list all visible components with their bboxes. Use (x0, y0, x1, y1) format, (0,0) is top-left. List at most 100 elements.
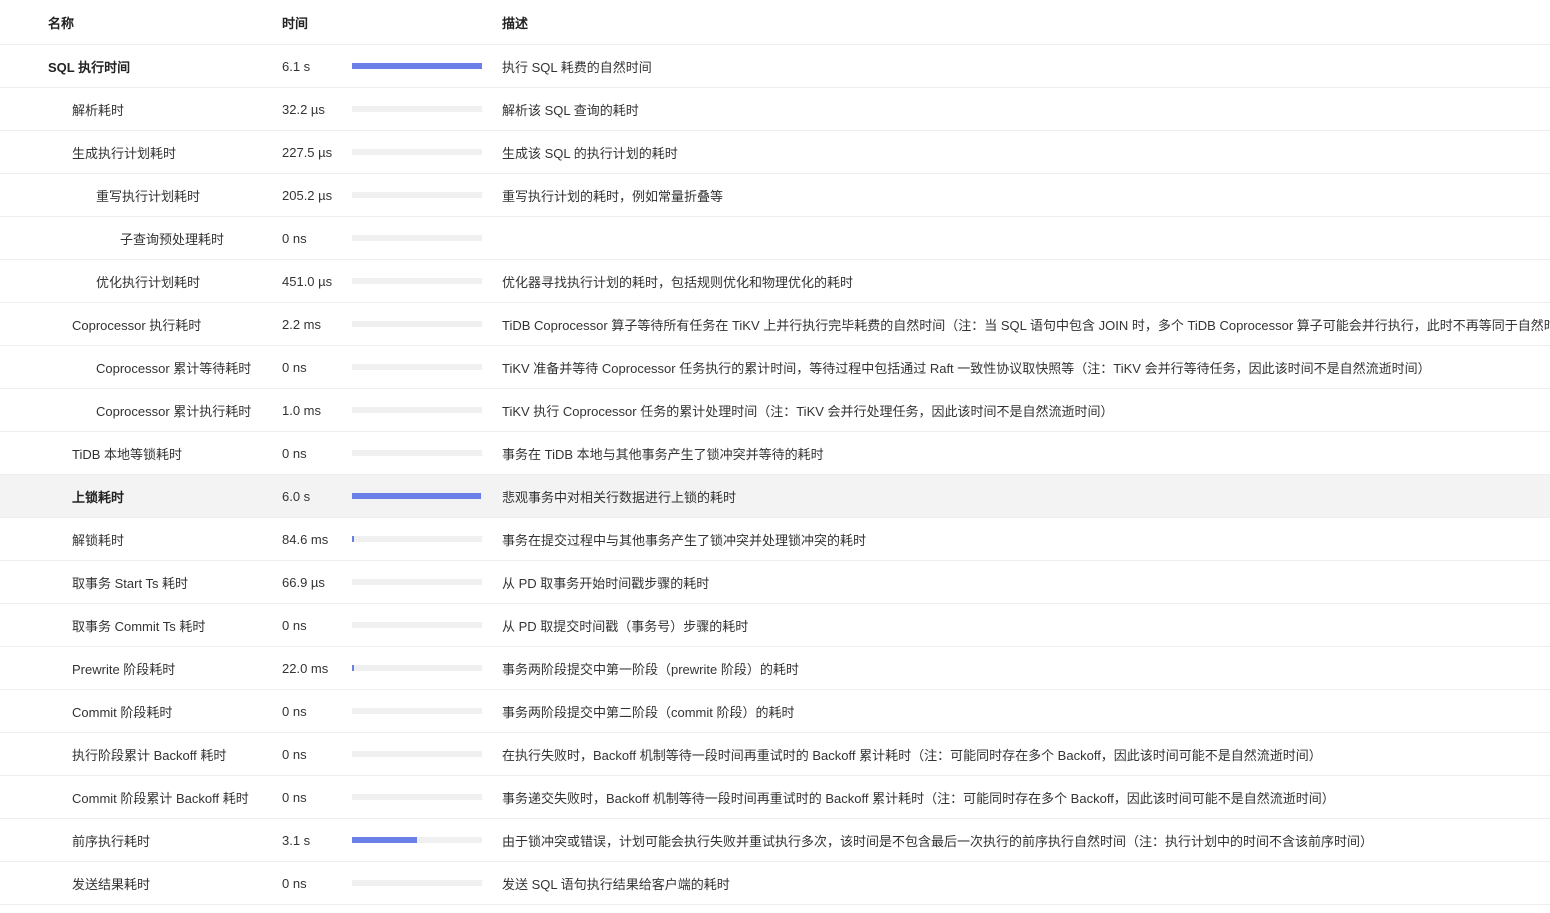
table-row[interactable]: 执行阶段累计 Backoff 耗时 0 ns 在执行失败时，Backoff 机制等待… (0, 733, 1550, 776)
row-time: 0 ns (282, 359, 307, 375)
row-name: 生成执行计划耗时 (72, 145, 177, 161)
row-name-cell: 执行阶段累计 Backoff 耗时 (48, 733, 226, 775)
table-row[interactable]: Commit 阶段累计 Backoff 耗时 0 ns 事务递交失败时，Backof… (0, 776, 1550, 819)
duration-bar-track (352, 450, 482, 456)
row-name: 优化执行计划耗时 (96, 274, 201, 290)
row-desc-cell: 从 PD 取事务开始时间戳步骤的耗时 (502, 561, 709, 603)
row-desc-cell: 生成该 SQL 的执行计划的耗时 (502, 131, 678, 173)
row-name-cell: 子查询预处理耗时 (48, 217, 224, 259)
table-row[interactable]: TiDB 本地等锁耗时 0 ns 事务在 TiDB 本地与其他事务产生了锁冲突并等待… (0, 432, 1550, 475)
row-name: SQL 执行时间 (48, 59, 131, 75)
row-duration-bar-cell (352, 303, 482, 345)
table-body: SQL 执行时间 6.1 s 执行 SQL 耗费的自然时间 解析耗时 32.2 µs 解析… (0, 45, 1550, 905)
row-name: 解析耗时 (72, 102, 125, 118)
row-time-cell: 227.5 µs (282, 131, 332, 173)
table-row[interactable]: Coprocessor 累计执行耗时 1.0 ms TiKV 执行 Coproces… (0, 389, 1550, 432)
row-time: 205.2 µs (282, 187, 333, 203)
table-row[interactable]: 上锁耗时 6.0 s 悲观事务中对相关行数据进行上锁的耗时 (0, 475, 1550, 518)
table-row[interactable]: 发送结果耗时 0 ns 发送 SQL 语句执行结果给客户端的耗时 (0, 862, 1550, 905)
row-duration-bar-cell (352, 733, 482, 775)
row-desc-cell: 事务两阶段提交中第一阶段（prewrite 阶段）的耗时 (502, 647, 799, 689)
row-duration-bar-cell (352, 690, 482, 732)
duration-bar-fill (352, 837, 417, 843)
duration-bar-track (352, 751, 482, 757)
table-row[interactable]: 取事务 Commit Ts 耗时 0 ns 从 PD 取提交时间戳（事务号）步骤的耗… (0, 604, 1550, 647)
table-row[interactable]: Coprocessor 执行耗时 2.2 ms TiDB Coprocessor 算… (0, 303, 1550, 346)
duration-bar-track (352, 880, 482, 886)
table-row[interactable]: Commit 阶段耗时 0 ns 事务两阶段提交中第二阶段（commit 阶段）的耗… (0, 690, 1550, 733)
row-name: Commit 阶段累计 Backoff 耗时 (72, 790, 249, 806)
row-time-cell: 0 ns (282, 346, 307, 388)
row-name-cell: SQL 执行时间 (48, 45, 130, 87)
duration-bar-track (352, 493, 482, 499)
row-name: 前序执行耗时 (72, 833, 151, 849)
duration-bar-track (352, 622, 482, 628)
table-row[interactable]: 前序执行耗时 3.1 s 由于锁冲突或错误，计划可能会执行失败并重试执行多次，该时间… (0, 819, 1550, 862)
row-name-cell: 优化执行计划耗时 (48, 260, 200, 302)
row-duration-bar-cell (352, 174, 482, 216)
row-desc-cell: 事务两阶段提交中第二阶段（commit 阶段）的耗时 (502, 690, 795, 732)
row-duration-bar-cell (352, 131, 482, 173)
row-name-cell: 取事务 Start Ts 耗时 (48, 561, 188, 603)
table-row[interactable]: 重写执行计划耗时 205.2 µs 重写执行计划的耗时，例如常量折叠等 (0, 174, 1550, 217)
duration-bar-track (352, 708, 482, 714)
row-name: Commit 阶段耗时 (72, 704, 173, 720)
row-name-cell: Coprocessor 累计等待耗时 (48, 346, 251, 388)
row-time: 1.0 ms (282, 402, 322, 418)
row-name-cell: Commit 阶段耗时 (48, 690, 172, 732)
row-desc: 事务两阶段提交中第二阶段（commit 阶段）的耗时 (502, 704, 795, 720)
row-name-cell: 解析耗时 (48, 88, 124, 130)
row-time: 66.9 µs (282, 574, 325, 590)
row-duration-bar-cell (352, 819, 482, 861)
table-row[interactable]: 优化执行计划耗时 451.0 µs 优化器寻找执行计划的耗时，包括规则优化和物理优化… (0, 260, 1550, 303)
row-duration-bar-cell (352, 561, 482, 603)
row-desc-cell: 由于锁冲突或错误，计划可能会执行失败并重试执行多次，该时间是不包含最后一次执行的… (502, 819, 1373, 861)
row-desc: 发送 SQL 语句执行结果给客户端的耗时 (502, 876, 730, 892)
table-row[interactable]: 解析耗时 32.2 µs 解析该 SQL 查询的耗时 (0, 88, 1550, 131)
row-time-cell: 0 ns (282, 862, 307, 904)
row-name-cell: 取事务 Commit Ts 耗时 (48, 604, 205, 646)
row-duration-bar-cell (352, 647, 482, 689)
row-time-cell: 0 ns (282, 432, 307, 474)
row-desc-cell: 从 PD 取提交时间戳（事务号）步骤的耗时 (502, 604, 748, 646)
table-row[interactable]: 取事务 Start Ts 耗时 66.9 µs 从 PD 取事务开始时间戳步骤的耗时 (0, 561, 1550, 604)
table-row[interactable]: Coprocessor 累计等待耗时 0 ns TiKV 准备并等待 Coproce… (0, 346, 1550, 389)
row-time-cell: 0 ns (282, 690, 307, 732)
row-time: 2.2 ms (282, 316, 322, 332)
row-time-cell: 0 ns (282, 733, 307, 775)
row-desc-cell: 解析该 SQL 查询的耗时 (502, 88, 639, 130)
table-row[interactable]: 解锁耗时 84.6 ms 事务在提交过程中与其他事务产生了锁冲突并处理锁冲突的耗时 (0, 518, 1550, 561)
row-time-cell: 451.0 µs (282, 260, 332, 302)
row-time: 0 ns (282, 875, 307, 891)
duration-bar-track (352, 278, 482, 284)
row-time: 3.1 s (282, 832, 311, 848)
row-desc: 从 PD 取事务开始时间戳步骤的耗时 (502, 575, 710, 591)
row-name: 解锁耗时 (72, 532, 125, 548)
row-desc-cell: 重写执行计划的耗时，例如常量折叠等 (502, 174, 723, 216)
table-row[interactable]: 生成执行计划耗时 227.5 µs 生成该 SQL 的执行计划的耗时 (0, 131, 1550, 174)
duration-bar-track (352, 192, 482, 198)
row-time: 451.0 µs (282, 273, 333, 289)
row-time-cell: 6.1 s (282, 45, 310, 87)
row-time: 227.5 µs (282, 144, 333, 160)
row-desc: 生成该 SQL 的执行计划的耗时 (502, 145, 678, 161)
table-row[interactable]: Prewrite 阶段耗时 22.0 ms 事务两阶段提交中第一阶段（prewrit… (0, 647, 1550, 690)
row-desc-cell: 发送 SQL 语句执行结果给客户端的耗时 (502, 862, 730, 904)
row-desc-cell: 执行 SQL 耗费的自然时间 (502, 45, 652, 87)
column-header-name: 名称 (48, 15, 75, 31)
duration-bar-track (352, 536, 482, 542)
row-duration-bar-cell (352, 88, 482, 130)
row-name-cell: 上锁耗时 (48, 475, 124, 517)
table-row[interactable]: SQL 执行时间 6.1 s 执行 SQL 耗费的自然时间 (0, 45, 1550, 88)
row-time: 0 ns (282, 789, 307, 805)
row-duration-bar-cell (352, 776, 482, 818)
table-row[interactable]: 子查询预处理耗时 0 ns (0, 217, 1550, 260)
row-desc: 事务两阶段提交中第一阶段（prewrite 阶段）的耗时 (502, 661, 799, 677)
row-name: Coprocessor 执行耗时 (72, 317, 202, 333)
column-header-time: 时间 (282, 15, 309, 31)
row-desc: 悲观事务中对相关行数据进行上锁的耗时 (502, 489, 737, 505)
row-duration-bar-cell (352, 217, 482, 259)
duration-bar-fill (352, 665, 354, 671)
row-desc-cell: 优化器寻找执行计划的耗时，包括规则优化和物理优化的耗时 (502, 260, 853, 302)
row-name-cell: Coprocessor 执行耗时 (48, 303, 201, 345)
